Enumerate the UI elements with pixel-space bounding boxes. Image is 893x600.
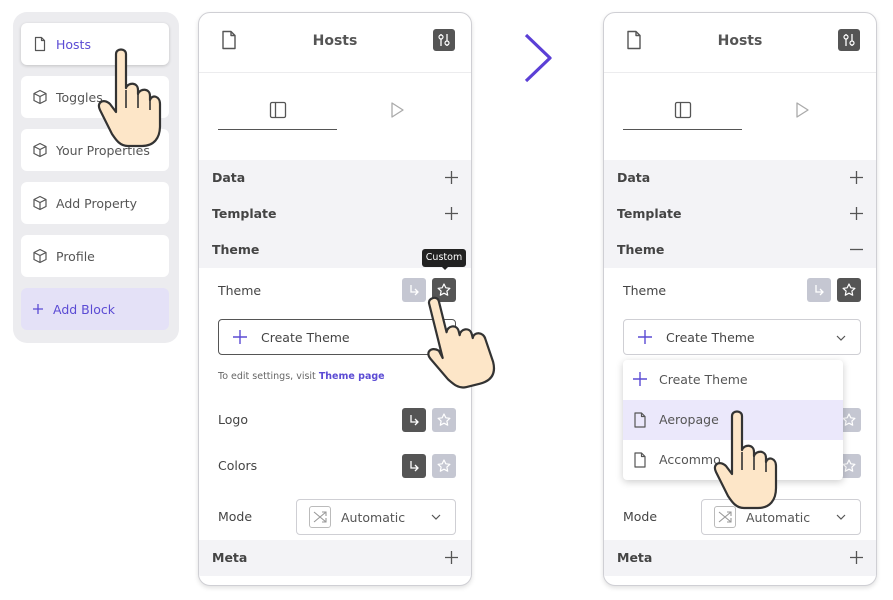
star-icon	[842, 283, 856, 296]
document-icon	[634, 412, 646, 428]
theme-page-link[interactable]: Theme page	[319, 371, 385, 382]
colors-row-label: Colors	[218, 458, 258, 473]
section-label: Theme	[212, 242, 260, 257]
shuffle-icon	[309, 506, 331, 528]
plus-icon[interactable]	[850, 551, 863, 564]
add-block-label: Add Block	[53, 301, 115, 317]
section-data[interactable]: Data	[604, 160, 876, 196]
plus-icon	[633, 372, 647, 386]
inherit-button[interactable]	[807, 278, 831, 302]
layout-panel-icon[interactable]	[674, 101, 692, 119]
pointer-hand-icon	[713, 410, 778, 510]
plus-icon	[233, 330, 247, 344]
create-theme-select[interactable]: Create Theme	[218, 319, 456, 355]
plus-icon	[33, 304, 43, 314]
sidebar-item-label: Hosts	[56, 36, 91, 52]
colors-custom-button[interactable]	[432, 454, 456, 478]
cube-icon	[33, 195, 47, 211]
plus-icon[interactable]	[850, 171, 863, 184]
chevron-down-icon	[836, 335, 846, 341]
plus-icon[interactable]	[445, 551, 458, 564]
arrow-turn-icon	[815, 285, 824, 296]
colors-inherit-button[interactable]	[402, 454, 426, 478]
panel-header: Hosts	[199, 13, 471, 73]
section-label: Data	[617, 170, 651, 185]
dropdown-item-create-theme[interactable]: Create Theme	[623, 360, 843, 400]
minus-icon[interactable]	[850, 243, 863, 256]
plus-icon[interactable]	[445, 171, 458, 184]
pointer-hand-icon	[97, 48, 162, 148]
document-icon	[34, 36, 46, 52]
section-theme[interactable]: Theme	[604, 232, 876, 268]
cube-icon	[33, 142, 47, 158]
cube-icon	[33, 89, 47, 105]
dropdown-item-label: Create Theme	[659, 372, 748, 387]
section-label: Template	[617, 206, 682, 221]
panel-title: Hosts	[717, 33, 763, 49]
settings-toggle-button[interactable]	[433, 29, 455, 51]
custom-button[interactable]	[837, 278, 861, 302]
section-label: Meta	[212, 550, 248, 565]
mode-value: Automatic	[341, 510, 406, 525]
section-label: Data	[212, 170, 246, 185]
chevron-down-icon	[836, 514, 846, 520]
plus-icon	[638, 330, 652, 344]
section-meta[interactable]: Meta	[604, 540, 876, 576]
sidebar-item-label: Profile	[56, 248, 95, 264]
section-label: Theme	[617, 242, 665, 257]
star-icon	[437, 413, 451, 426]
mode-row-label: Mode	[623, 509, 658, 524]
mode-row-label: Mode	[218, 509, 253, 524]
panel-header: Hosts	[604, 13, 876, 73]
layout-panel-icon[interactable]	[269, 101, 287, 119]
play-icon[interactable]	[389, 101, 405, 119]
sidebar-item-profile[interactable]: Profile	[21, 235, 169, 277]
hint-text: To edit settings, visit	[218, 371, 316, 382]
create-theme-label: Create Theme	[261, 330, 350, 345]
section-label: Template	[212, 206, 277, 221]
section-template[interactable]: Template	[604, 196, 876, 232]
logo-row-label: Logo	[218, 412, 248, 427]
plus-icon[interactable]	[850, 207, 863, 220]
mode-value: Automatic	[746, 510, 811, 525]
sidebar-item-add-property[interactable]: Add Property	[21, 182, 169, 224]
chevron-down-icon	[431, 514, 441, 520]
create-theme-select[interactable]: Create Theme	[623, 319, 861, 355]
active-tab-indicator	[218, 129, 337, 130]
logo-inherit-button[interactable]	[402, 408, 426, 432]
star-icon	[437, 459, 451, 472]
section-data[interactable]: Data	[199, 160, 471, 196]
section-meta[interactable]: Meta	[199, 540, 471, 576]
arrow-turn-icon	[410, 415, 419, 426]
inherit-button[interactable]	[402, 278, 426, 302]
plus-icon[interactable]	[445, 207, 458, 220]
logo-custom-button[interactable]	[432, 408, 456, 432]
create-theme-label: Create Theme	[666, 330, 755, 345]
theme-row-label: Theme	[623, 283, 667, 298]
dropdown-item-label: Aeropage	[659, 412, 719, 427]
active-tab-indicator	[623, 129, 742, 130]
sliders-icon	[438, 34, 450, 46]
chevron-right-icon	[524, 33, 552, 83]
section-label: Meta	[617, 550, 653, 565]
cube-icon	[33, 248, 47, 264]
add-block-button[interactable]: Add Block	[21, 288, 169, 330]
document-icon	[634, 452, 646, 468]
sidebar-item-label: Add Property	[56, 195, 138, 211]
pointer-hand-icon	[427, 296, 496, 389]
custom-tooltip: Custom	[422, 249, 466, 270]
theme-row-label: Theme	[218, 283, 262, 298]
arrow-turn-icon	[410, 461, 419, 472]
settings-toggle-button[interactable]	[838, 29, 860, 51]
panel-title: Hosts	[312, 33, 358, 49]
theme-hint: To edit settings, visit Theme page	[218, 371, 385, 382]
section-template[interactable]: Template	[199, 196, 471, 232]
sliders-icon	[843, 34, 855, 46]
arrow-turn-icon	[410, 285, 419, 296]
play-icon[interactable]	[794, 101, 810, 119]
mode-select[interactable]: Automatic	[296, 499, 456, 535]
